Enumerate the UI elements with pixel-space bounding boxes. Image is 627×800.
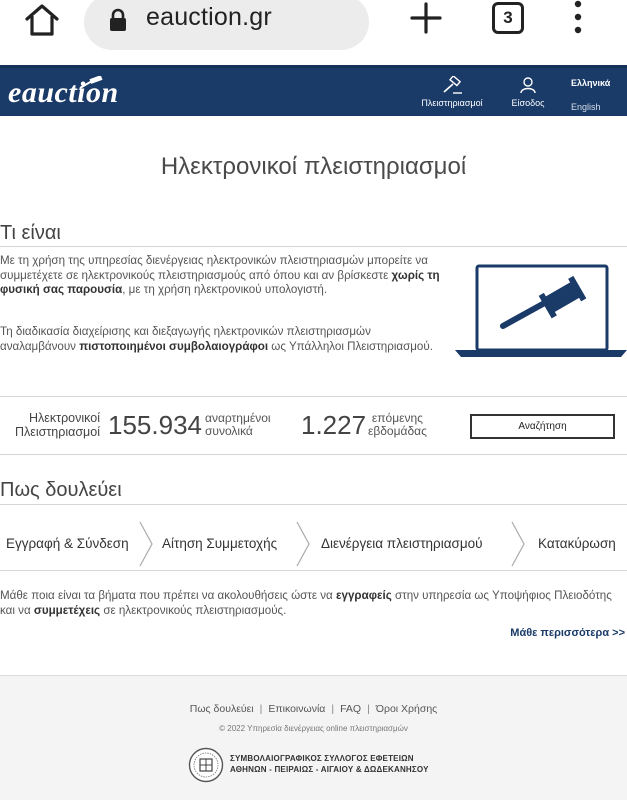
lang-greek[interactable]: Ελληνικά <box>571 78 621 88</box>
gavel-icon <box>443 76 462 94</box>
step-register[interactable]: Εγγραφή & Σύνδεση <box>6 536 129 551</box>
upcoming-auctions-caption: επόμενης εβδομάδας <box>368 411 427 438</box>
footer-link-how[interactable]: Πως δουλεύει <box>190 703 254 715</box>
step-conduct-auction[interactable]: Διενέργεια πλειστηριασμού <box>321 536 483 551</box>
footer-links: Πως δουλεύει | Επικοινωνία | FAQ | Όροι Χρήσης <box>189 703 438 715</box>
how-it-works-heading: Πως δουλεύει <box>0 479 122 501</box>
page-title: Ηλεκτρονικοί πλειστηριασμοί <box>160 153 467 180</box>
stats-label: Ηλεκτρονικοί Πλειστηριασμοί <box>15 411 100 439</box>
user-icon <box>520 77 536 94</box>
gavel-icon <box>79 76 103 89</box>
copyright: © 2022 Υπηρεσία διενέργειας online πλεισ… <box>219 724 408 733</box>
what-is-heading: Τι είναι <box>0 222 61 244</box>
divider <box>0 246 627 247</box>
home-icon[interactable] <box>22 2 62 38</box>
chevron-right-icon <box>296 521 310 567</box>
site-logo[interactable]: eauction <box>8 76 119 110</box>
footer: Πως δουλεύει | Επικοινωνία | FAQ | Όροι Χρήσης… <box>0 675 627 800</box>
plus-icon[interactable] <box>408 0 444 36</box>
laptop-gavel-illustration <box>455 264 627 357</box>
tab-switcher-button[interactable]: 3 <box>492 2 524 34</box>
address-bar[interactable]: eauction.gr <box>84 0 369 50</box>
step-application[interactable]: Αίτηση Συμμετοχής <box>162 536 277 551</box>
notary-seal-logo <box>188 747 224 783</box>
lang-english[interactable]: English <box>571 102 621 112</box>
divider <box>0 504 627 505</box>
nav-auctions-label: Πλειστηριασμοί <box>421 98 483 108</box>
more-vert-icon[interactable] <box>570 0 586 34</box>
divider <box>0 454 627 455</box>
divider <box>0 396 627 397</box>
footer-link-faq[interactable]: FAQ <box>340 703 361 715</box>
how-it-works-paragraph: Μάθε ποια είναι τα βήματα που πρέπει να … <box>0 589 612 617</box>
what-is-paragraph-1: Με τη χρήση της υπηρεσίας διενέργειας ηλ… <box>0 254 440 296</box>
learn-more-link[interactable]: Μάθε περισσότερα >> <box>510 627 625 639</box>
url-text: eauction.gr <box>146 3 272 31</box>
steps-bar: Εγγραφή & Σύνδεση Αίτηση Συμμετοχής Διεν… <box>0 520 627 568</box>
nav-login[interactable]: Είσοδος <box>500 76 556 108</box>
total-auctions-count: 155.934 <box>108 410 202 440</box>
association-name: ΣΥΜΒΟΛΑΙΟΓΡΑΦΙΚΟΣ ΣΥΛΛΟΓΟΣ ΕΦΕΤΕΙΩΝ ΑΘΗΝΩ… <box>230 754 429 774</box>
chevron-right-icon <box>139 521 153 567</box>
nav-auctions[interactable]: Πλειστηριασμοί <box>414 76 490 108</box>
footer-link-terms[interactable]: Όροι Χρήσης <box>376 703 437 715</box>
chevron-right-icon <box>511 521 525 567</box>
divider <box>0 570 627 571</box>
search-button[interactable]: Αναζήτηση <box>470 414 615 439</box>
browser-toolbar: eauction.gr 3 <box>0 0 627 65</box>
site-header: eauction Πλειστηριασμοί Είσοδος Ελληνικά… <box>0 65 627 116</box>
lock-icon <box>110 8 126 31</box>
upcoming-auctions-count: 1.227 <box>301 410 367 440</box>
logo-prefix: e <box>8 76 22 109</box>
what-is-paragraph-2: Τη διαδικασία διαχείρισης και διεξαγωγής… <box>0 325 433 353</box>
footer-link-contact[interactable]: Επικοινωνία <box>268 703 325 715</box>
nav-login-label: Είσοδος <box>511 98 545 108</box>
step-award[interactable]: Κατακύρωση <box>538 536 616 551</box>
total-auctions-caption: αναρτημένοι συνολικά <box>205 411 271 438</box>
